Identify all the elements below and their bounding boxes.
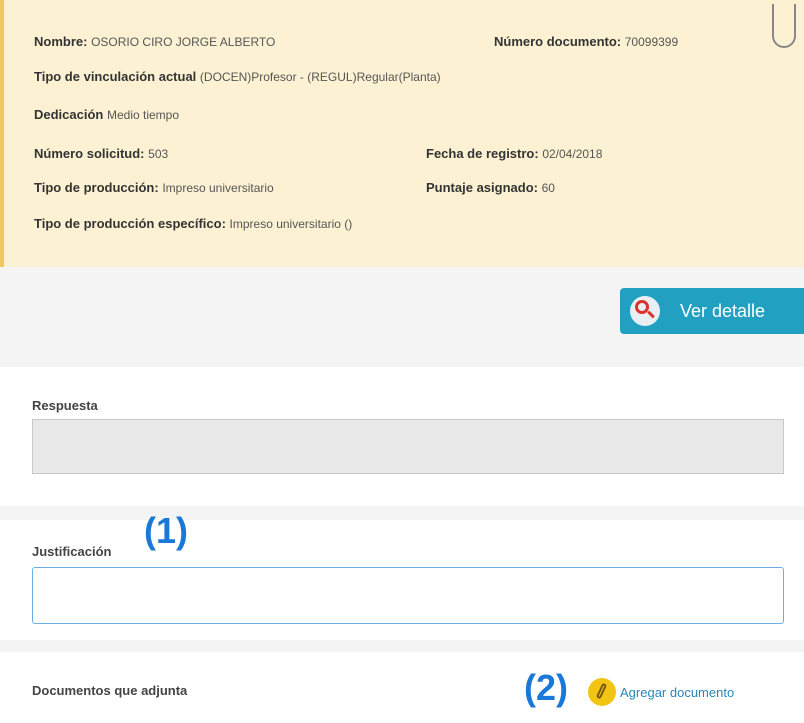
section-divider	[0, 506, 804, 520]
annotation-marker-1: (1)	[144, 510, 188, 551]
tipo-vinculacion-label: Tipo de vinculación actual	[34, 69, 197, 84]
respuesta-label: Respuesta	[32, 398, 98, 413]
numero-solicitud-row: Número solicitud: 503	[34, 146, 168, 161]
respuesta-textarea	[32, 419, 784, 474]
fecha-registro-row: Fecha de registro: 02/04/2018	[426, 146, 602, 161]
dedicacion-row: Dedicación Medio tiempo	[34, 107, 179, 122]
nombre-value: OSORIO CIRO JORGE ALBERTO	[91, 35, 276, 49]
numero-documento-row: Número documento: 70099399	[494, 34, 678, 49]
tipo-produccion-especifico-value: Impreso universitario ()	[229, 217, 353, 231]
justificacion-label: Justificación	[32, 544, 112, 559]
puntaje-asignado-row: Puntaje asignado: 60	[426, 180, 555, 195]
magnifier-icon	[630, 296, 660, 326]
paperclip-icon	[588, 678, 616, 706]
nombre-label: Nombre:	[34, 34, 88, 49]
fecha-registro-value: 02/04/2018	[542, 147, 603, 161]
solicitud-info-panel: Nombre: OSORIO CIRO JORGE ALBERTO Número…	[0, 0, 804, 267]
dedicacion-label: Dedicación	[34, 107, 104, 122]
corner-badge-icon	[772, 4, 796, 48]
annotation-marker-2: (2)	[524, 667, 568, 708]
agregar-documento-label: Agregar documento	[620, 684, 735, 700]
tipo-vinculacion-row: Tipo de vinculación actual (DOCEN)Profes…	[34, 69, 441, 84]
ver-detalle-label: Ver detalle	[680, 300, 766, 321]
tipo-vinculacion-value: (DOCEN)Profesor - (REGUL)Regular(Planta)	[199, 70, 441, 84]
tipo-produccion-label: Tipo de producción:	[34, 180, 159, 195]
section-divider	[0, 640, 804, 652]
tipo-produccion-especifico-label: Tipo de producción específico:	[34, 216, 226, 231]
tipo-produccion-row: Tipo de producción: Impreso universitari…	[34, 180, 274, 195]
puntaje-asignado-label: Puntaje asignado:	[426, 180, 538, 195]
fecha-registro-label: Fecha de registro:	[426, 146, 539, 161]
dedicacion-value: Medio tiempo	[106, 108, 180, 122]
tipo-produccion-especifico-row: Tipo de producción específico: Impreso u…	[34, 216, 352, 231]
numero-solicitud-value: 503	[148, 147, 169, 161]
ver-detalle-button[interactable]: Ver detalle	[620, 288, 804, 334]
puntaje-asignado-value: 60	[541, 181, 555, 195]
nombre-row: Nombre: OSORIO CIRO JORGE ALBERTO	[34, 34, 275, 49]
documentos-label: Documentos que adjunta	[32, 683, 188, 698]
numero-solicitud-label: Número solicitud:	[34, 146, 145, 161]
numero-documento-value: 70099399	[624, 35, 679, 49]
numero-documento-label: Número documento:	[494, 34, 622, 49]
justificacion-textarea[interactable]	[32, 567, 784, 624]
agregar-documento-link[interactable]: Agregar documento	[588, 678, 734, 706]
tipo-produccion-value: Impreso universitario	[162, 181, 274, 195]
